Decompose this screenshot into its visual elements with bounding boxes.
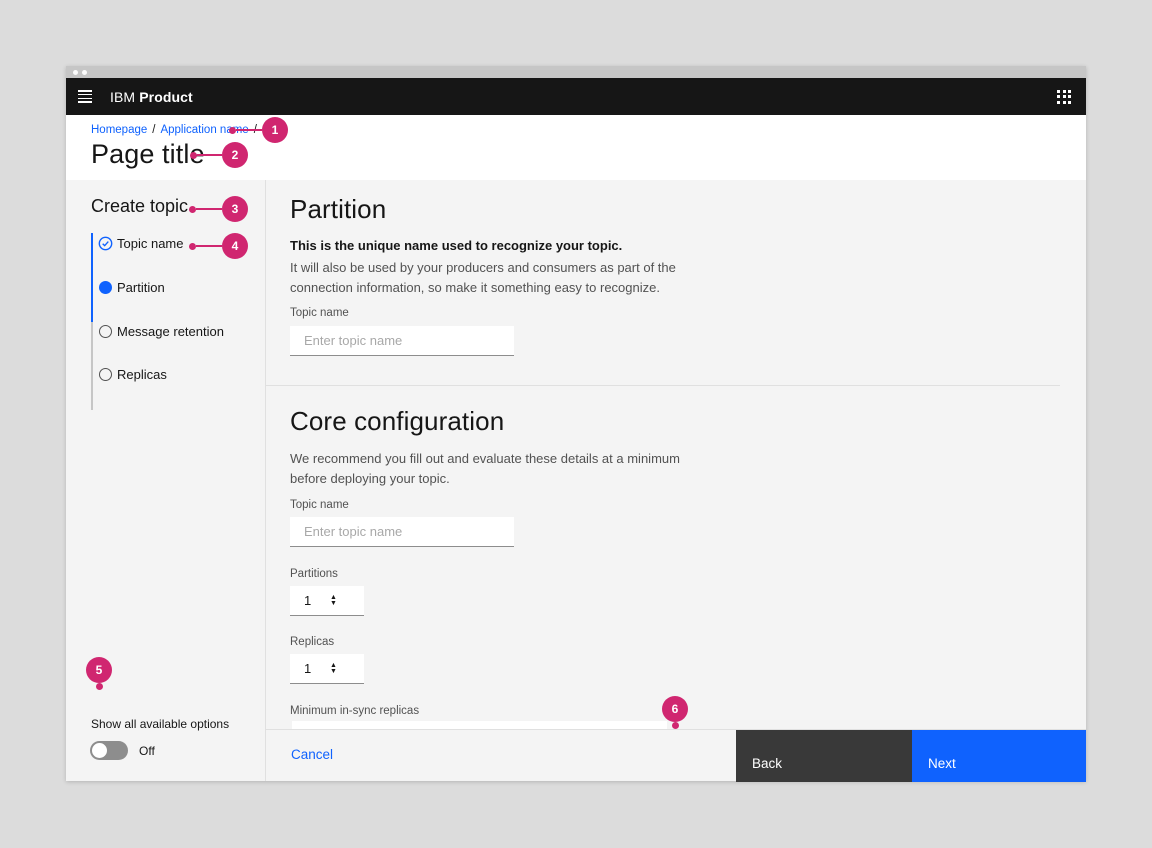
section-body-text: It will also be used by your producers a… [290, 258, 676, 298]
step-label: Message retention [117, 324, 224, 339]
stepper-arrows-icon[interactable]: ▲▼ [330, 663, 337, 675]
min-insync-replicas-input[interactable] [292, 721, 667, 729]
annotation-badge: 2 [222, 142, 248, 168]
app-switcher-icon[interactable] [1057, 90, 1071, 104]
step-label: Replicas [117, 367, 167, 382]
topic-name-label: Topic name [290, 499, 349, 511]
annotation-dot-icon [190, 152, 197, 159]
browser-dot-icon [73, 70, 78, 75]
annotation-line [196, 245, 222, 247]
step-label: Partition [117, 280, 165, 295]
topic-name-input-2[interactable] [290, 517, 514, 547]
options-toggle-row: Off [90, 741, 155, 760]
section-lead-text: This is the unique name used to recogniz… [290, 238, 622, 253]
step-incomplete-icon [98, 367, 113, 382]
replicas-input[interactable] [290, 661, 324, 676]
toggle-knob [92, 743, 107, 758]
brand-product-name: Product [139, 89, 193, 105]
section-heading-partition: Partition [290, 194, 386, 225]
options-toggle[interactable] [90, 741, 128, 760]
cancel-button[interactable]: Cancel [291, 747, 333, 762]
browser-window: IBMProduct Homepage / Application name /… [66, 66, 1086, 781]
topic-name-label: Topic name [290, 307, 349, 319]
brand-prefix: IBM [110, 89, 135, 105]
annotation-line [236, 129, 262, 131]
next-button[interactable]: Next [912, 730, 1086, 782]
replicas-label: Replicas [290, 636, 334, 648]
annotation-dot-icon [672, 722, 679, 729]
brand: IBMProduct [110, 89, 193, 105]
step-message-retention[interactable]: Message retention [98, 324, 224, 339]
step-topic-name[interactable]: Topic name [98, 236, 183, 251]
annotation-5: 5 [86, 657, 112, 690]
step-complete-icon [98, 236, 113, 251]
annotation-line [197, 154, 222, 156]
annotation-badge: 6 [662, 696, 688, 722]
annotation-2: 2 [190, 142, 248, 168]
annotation-1: 1 [229, 117, 288, 143]
toggle-state-label: Off [139, 744, 155, 758]
wizard-content: Partition This is the unique name used t… [265, 180, 1086, 781]
wizard-sidebar: Create topic Topic name Partition Messag… [66, 180, 265, 781]
annotation-dot-icon [189, 206, 196, 213]
section-body-text: We recommend you fill out and evaluate t… [290, 449, 680, 489]
step-replicas[interactable]: Replicas [98, 367, 167, 382]
page-body: Create topic Topic name Partition Messag… [66, 180, 1086, 781]
annotation-line [196, 208, 222, 210]
show-all-options-label: Show all available options [91, 717, 229, 731]
annotation-badge: 3 [222, 196, 248, 222]
annotation-badge: 4 [222, 233, 248, 259]
section-heading-core-configuration: Core configuration [290, 406, 504, 437]
wizard-footer: Cancel Back Next [265, 729, 1086, 781]
annotation-dot-icon [229, 127, 236, 134]
replicas-stepper: ▲▼ [290, 654, 364, 684]
annotation-dot-icon [96, 683, 103, 690]
step-partition[interactable]: Partition [98, 280, 165, 295]
step-incomplete-icon [98, 324, 113, 339]
section-divider [265, 385, 1060, 386]
partitions-input[interactable] [290, 593, 324, 608]
annotation-6: 6 [662, 696, 688, 729]
stepper-arrows-icon[interactable]: ▲▼ [330, 595, 337, 607]
partitions-stepper: ▲▼ [290, 586, 364, 616]
topic-name-input[interactable] [290, 326, 514, 356]
step-label: Topic name [117, 236, 183, 251]
browser-dot-icon [82, 70, 87, 75]
partitions-label: Partitions [290, 568, 338, 580]
progress-track-active [91, 233, 94, 322]
breadcrumb-separator: / [152, 124, 155, 136]
step-current-icon [98, 280, 113, 295]
min-insync-replicas-label: Minimum in-sync replicas [290, 705, 419, 717]
breadcrumb-link-homepage[interactable]: Homepage [91, 124, 147, 136]
back-button[interactable]: Back [736, 730, 912, 782]
annotation-badge: 1 [262, 117, 288, 143]
annotation-3: 3 [189, 196, 248, 222]
menu-icon[interactable] [78, 90, 92, 103]
progress-track-inactive [91, 322, 93, 410]
wizard-title: Create topic [91, 196, 188, 217]
annotation-badge: 5 [86, 657, 112, 683]
app-header: IBMProduct [66, 78, 1086, 115]
annotation-dot-icon [189, 243, 196, 250]
annotation-4: 4 [189, 233, 248, 259]
browser-chrome-bar [66, 66, 1086, 78]
